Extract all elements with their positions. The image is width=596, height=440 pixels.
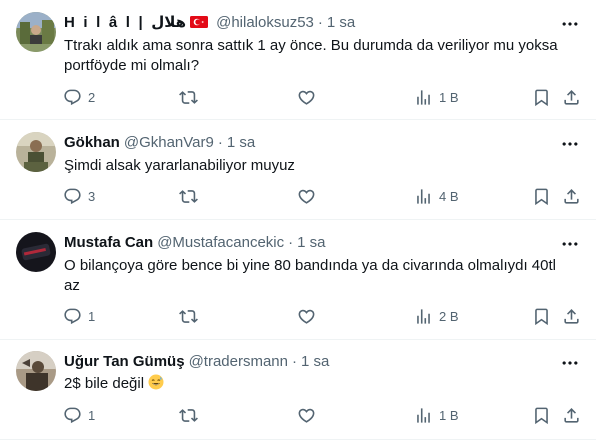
bar-chart-icon — [414, 187, 433, 206]
share-button[interactable] — [562, 88, 581, 107]
speech-bubble-icon — [63, 187, 82, 206]
reply-count: 2 — [88, 90, 96, 105]
avatar[interactable] — [16, 232, 56, 272]
views-button[interactable]: 1 B — [414, 88, 459, 107]
views-count: 2 B — [439, 309, 459, 324]
tweet-text: 2$ bile değil — [64, 375, 145, 392]
sweat-smile-emoji-icon — [148, 374, 164, 390]
views-button[interactable]: 4 B — [414, 187, 459, 206]
bookmark-button[interactable] — [532, 406, 551, 425]
user-handle[interactable]: @hilaloksuz53 — [216, 14, 314, 31]
reply-count: 3 — [88, 189, 96, 204]
avatar[interactable] — [16, 351, 56, 391]
reply-button[interactable]: 1 — [63, 307, 95, 326]
avatar[interactable] — [16, 132, 56, 172]
tweet-header: Mustafa Can @Mustafacancekic · 1 sa — [64, 232, 546, 252]
reply-tweet[interactable]: Uğur Tan Gümüş @tradersmann · 1 sa 2$ bi… — [0, 340, 596, 440]
reply-button[interactable]: 2 — [63, 88, 95, 107]
display-name[interactable]: H i l â l | هلال — [64, 13, 186, 31]
tweet-header: Gökhan @GkhanVar9 · 1 sa — [64, 132, 546, 152]
speech-bubble-icon — [63, 307, 82, 326]
separator-dot: · — [288, 233, 294, 251]
reply-button[interactable]: 3 — [63, 187, 95, 206]
bookmark-button[interactable] — [532, 187, 551, 206]
more-dots-icon[interactable] — [560, 234, 580, 254]
views-button[interactable]: 1 B — [414, 406, 459, 425]
more-dots-icon[interactable] — [560, 14, 580, 34]
share-icon — [562, 406, 581, 425]
like-button[interactable] — [297, 307, 322, 326]
tweet-text: Ttrakı aldık ama sonra sattık 1 ay önce.… — [64, 37, 558, 74]
tweet-header: Uğur Tan Gümüş @tradersmann · 1 sa — [64, 351, 546, 371]
speech-bubble-icon — [63, 406, 82, 425]
retweet-icon — [179, 88, 198, 107]
bar-chart-icon — [414, 406, 433, 425]
share-icon — [562, 187, 581, 206]
more-dots-icon[interactable] — [560, 134, 580, 154]
retweet-button[interactable] — [179, 307, 204, 326]
bookmark-button[interactable] — [532, 88, 551, 107]
reply-tweet[interactable]: H i l â l | هلال @hilaloksuz53 · 1 sa Tt… — [0, 0, 596, 120]
like-button[interactable] — [297, 406, 322, 425]
replies-feed: H i l â l | هلال @hilaloksuz53 · 1 sa Tt… — [0, 0, 596, 440]
timestamp[interactable]: 1 sa — [297, 234, 325, 251]
reply-count: 1 — [88, 408, 96, 423]
bookmark-icon — [532, 406, 551, 425]
views-count: 1 B — [439, 408, 459, 423]
user-handle[interactable]: @tradersmann — [189, 353, 288, 370]
display-name[interactable]: Mustafa Can — [64, 234, 153, 251]
bookmark-icon — [532, 307, 551, 326]
tweet-text-container: 2$ bile değil — [64, 374, 572, 394]
separator-dot: · — [292, 352, 297, 370]
share-button[interactable] — [562, 406, 581, 425]
tweet-text: O bilançoya göre bence bi yine 80 bandın… — [64, 257, 556, 294]
bar-chart-icon — [414, 307, 433, 326]
tweet-header: H i l â l | هلال @hilaloksuz53 · 1 sa — [64, 12, 546, 32]
heart-icon — [297, 187, 316, 206]
retweet-button[interactable] — [179, 406, 204, 425]
display-name[interactable]: Uğur Tan Gümüş — [64, 353, 185, 370]
timestamp[interactable]: 1 sa — [301, 353, 329, 370]
share-button[interactable] — [562, 187, 581, 206]
bookmark-button[interactable] — [532, 307, 551, 326]
separator-dot: · — [317, 13, 323, 31]
reply-tweet[interactable]: Gökhan @GkhanVar9 · 1 sa Şimdi alsak yar… — [0, 120, 596, 220]
timestamp[interactable]: 1 sa — [327, 14, 355, 31]
like-button[interactable] — [297, 88, 322, 107]
views-button[interactable]: 2 B — [414, 307, 459, 326]
retweet-button[interactable] — [179, 88, 204, 107]
user-handle[interactable]: @GkhanVar9 — [124, 134, 214, 151]
retweet-button[interactable] — [179, 187, 204, 206]
turkey-flag-icon — [190, 16, 209, 28]
tweet-text: Şimdi alsak yararlanabiliyor muyuz — [64, 157, 295, 174]
display-name[interactable]: Gökhan — [64, 134, 120, 151]
avatar[interactable] — [16, 12, 56, 52]
reply-tweet[interactable]: Mustafa Can @Mustafacancekic · 1 sa O bi… — [0, 220, 596, 340]
bar-chart-icon — [414, 88, 433, 107]
reply-button[interactable]: 1 — [63, 406, 95, 425]
views-count: 1 B — [439, 90, 459, 105]
heart-icon — [297, 88, 316, 107]
heart-icon — [297, 307, 316, 326]
speech-bubble-icon — [63, 88, 82, 107]
separator-dot: · — [217, 133, 223, 151]
share-icon — [562, 307, 581, 326]
timestamp[interactable]: 1 sa — [227, 134, 255, 151]
bookmark-icon — [532, 187, 551, 206]
share-icon — [562, 88, 581, 107]
like-button[interactable] — [297, 187, 322, 206]
heart-icon — [297, 406, 316, 425]
user-handle[interactable]: @Mustafacancekic — [157, 234, 284, 251]
retweet-icon — [179, 406, 198, 425]
reply-count: 1 — [88, 309, 96, 324]
retweet-icon — [179, 307, 198, 326]
views-count: 4 B — [439, 189, 459, 204]
share-button[interactable] — [562, 307, 581, 326]
more-dots-icon[interactable] — [560, 353, 580, 373]
bookmark-icon — [532, 88, 551, 107]
retweet-icon — [179, 187, 198, 206]
